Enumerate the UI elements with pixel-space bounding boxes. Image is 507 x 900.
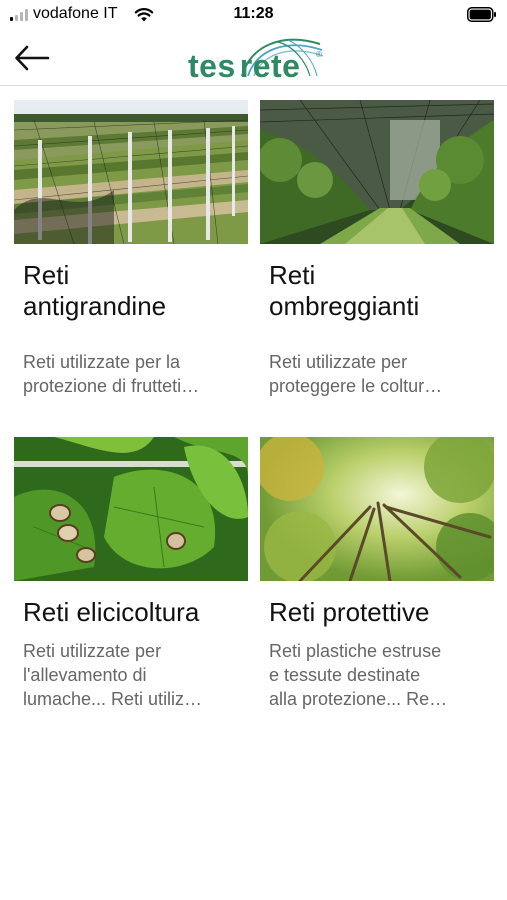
- product-card-protettive[interactable]: Reti protettive Reti plastiche estruse e…: [260, 437, 494, 737]
- status-time: 11:28: [233, 5, 274, 22]
- product-card-antigrandine[interactable]: Reti antigrandine Reti utilizzate per la…: [14, 100, 248, 400]
- arrow-left-icon: [15, 45, 50, 71]
- registered-mark: ®: [316, 50, 322, 59]
- product-title: Reti ombreggianti: [269, 260, 420, 321]
- battery-icon: [467, 7, 496, 22]
- product-card-ombreggianti[interactable]: Reti ombreggianti Reti utilizzate per pr…: [260, 100, 494, 400]
- tesrete-logo: tes rete ®: [184, 32, 326, 84]
- product-description: Reti plastiche estruse e tessute destina…: [269, 641, 448, 709]
- product-title: Reti elicicoltura: [23, 597, 200, 627]
- product-description: Reti utilizzate per la protezione di fru…: [23, 352, 200, 396]
- logo-wordmark: tes rete: [188, 48, 301, 84]
- product-image-hail-net-orchard: [14, 100, 248, 244]
- back-button[interactable]: [12, 40, 52, 76]
- product-title: Reti antigrandine: [23, 260, 167, 321]
- product-title: Reti protettive: [269, 597, 430, 627]
- status-bar: vodafone IT 11:28: [0, 0, 507, 30]
- product-image-snails-on-leaves: [14, 437, 248, 581]
- navigation-bar: tes rete ®: [0, 30, 507, 86]
- product-description: Reti utilizzate per proteggere le coltur…: [269, 352, 443, 396]
- product-card-elicicoltura[interactable]: Reti elicicoltura Reti utilizzate per l'…: [14, 437, 248, 737]
- product-image-shade-net-orchard: [260, 100, 494, 244]
- product-description: Reti utilizzate per l'allevamento di lum…: [23, 641, 203, 709]
- product-image-forest-canopy: [260, 437, 494, 581]
